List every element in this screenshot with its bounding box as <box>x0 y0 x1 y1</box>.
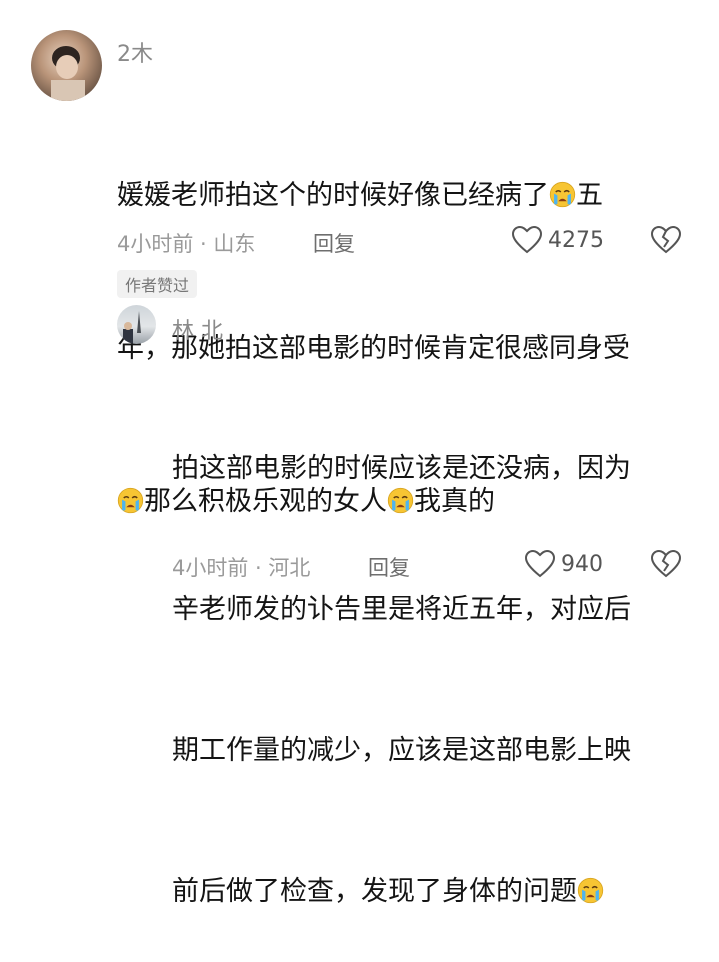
comment-dislike-button[interactable] <box>650 225 682 258</box>
broken-heart-icon <box>650 225 682 254</box>
crying-face-icon <box>577 877 604 904</box>
reply-dislike-button[interactable] <box>650 549 682 582</box>
crying-face-icon <box>549 181 576 208</box>
author-liked-badge: 作者赞过 <box>117 270 198 298</box>
reply-text: 拍这部电影的时候应该是还没病，因为 辛老师发的讣告里是将近五年，对应后 期工作量… <box>172 351 692 962</box>
comment-text-line1-tail: 五 <box>576 180 603 211</box>
comment-like-button[interactable]: 4275 <box>512 226 604 254</box>
reply-reply-button[interactable]: 回复 <box>368 552 410 582</box>
comment-username[interactable]: 2木 <box>117 36 153 68</box>
crying-face-icon <box>117 487 144 514</box>
avatar-photo-icon <box>123 311 141 344</box>
reply-avatar[interactable] <box>117 305 156 344</box>
heart-icon <box>525 550 555 578</box>
broken-heart-icon <box>650 549 682 578</box>
reply-like-button[interactable]: 940 <box>525 550 603 578</box>
comment-time-location: 4小时前 · 山东 <box>117 232 256 256</box>
reply-username[interactable]: 林 北 <box>172 313 223 345</box>
reply-text-line2: 辛老师发的讣告里是将近五年，对应后 <box>172 594 631 625</box>
heart-icon <box>512 226 542 254</box>
comment-like-count: 4275 <box>548 227 604 253</box>
comment-reply-button[interactable]: 回复 <box>313 228 355 258</box>
avatar[interactable] <box>31 30 102 101</box>
comment-text-line1: 媛媛老师拍这个的时候好像已经病了 <box>117 180 549 211</box>
reply-text-line1: 拍这部电影的时候应该是还没病，因为 <box>172 453 631 484</box>
reply-time-location: 4小时前 · 河北 <box>172 556 311 580</box>
reply-like-count: 940 <box>561 551 603 577</box>
avatar-photo-icon <box>51 46 85 101</box>
reply-text-line3: 期工作量的减少，应该是这部电影上映 <box>172 735 631 766</box>
reply-text-line4: 前后做了检查，发现了身体的问题 <box>172 876 577 907</box>
